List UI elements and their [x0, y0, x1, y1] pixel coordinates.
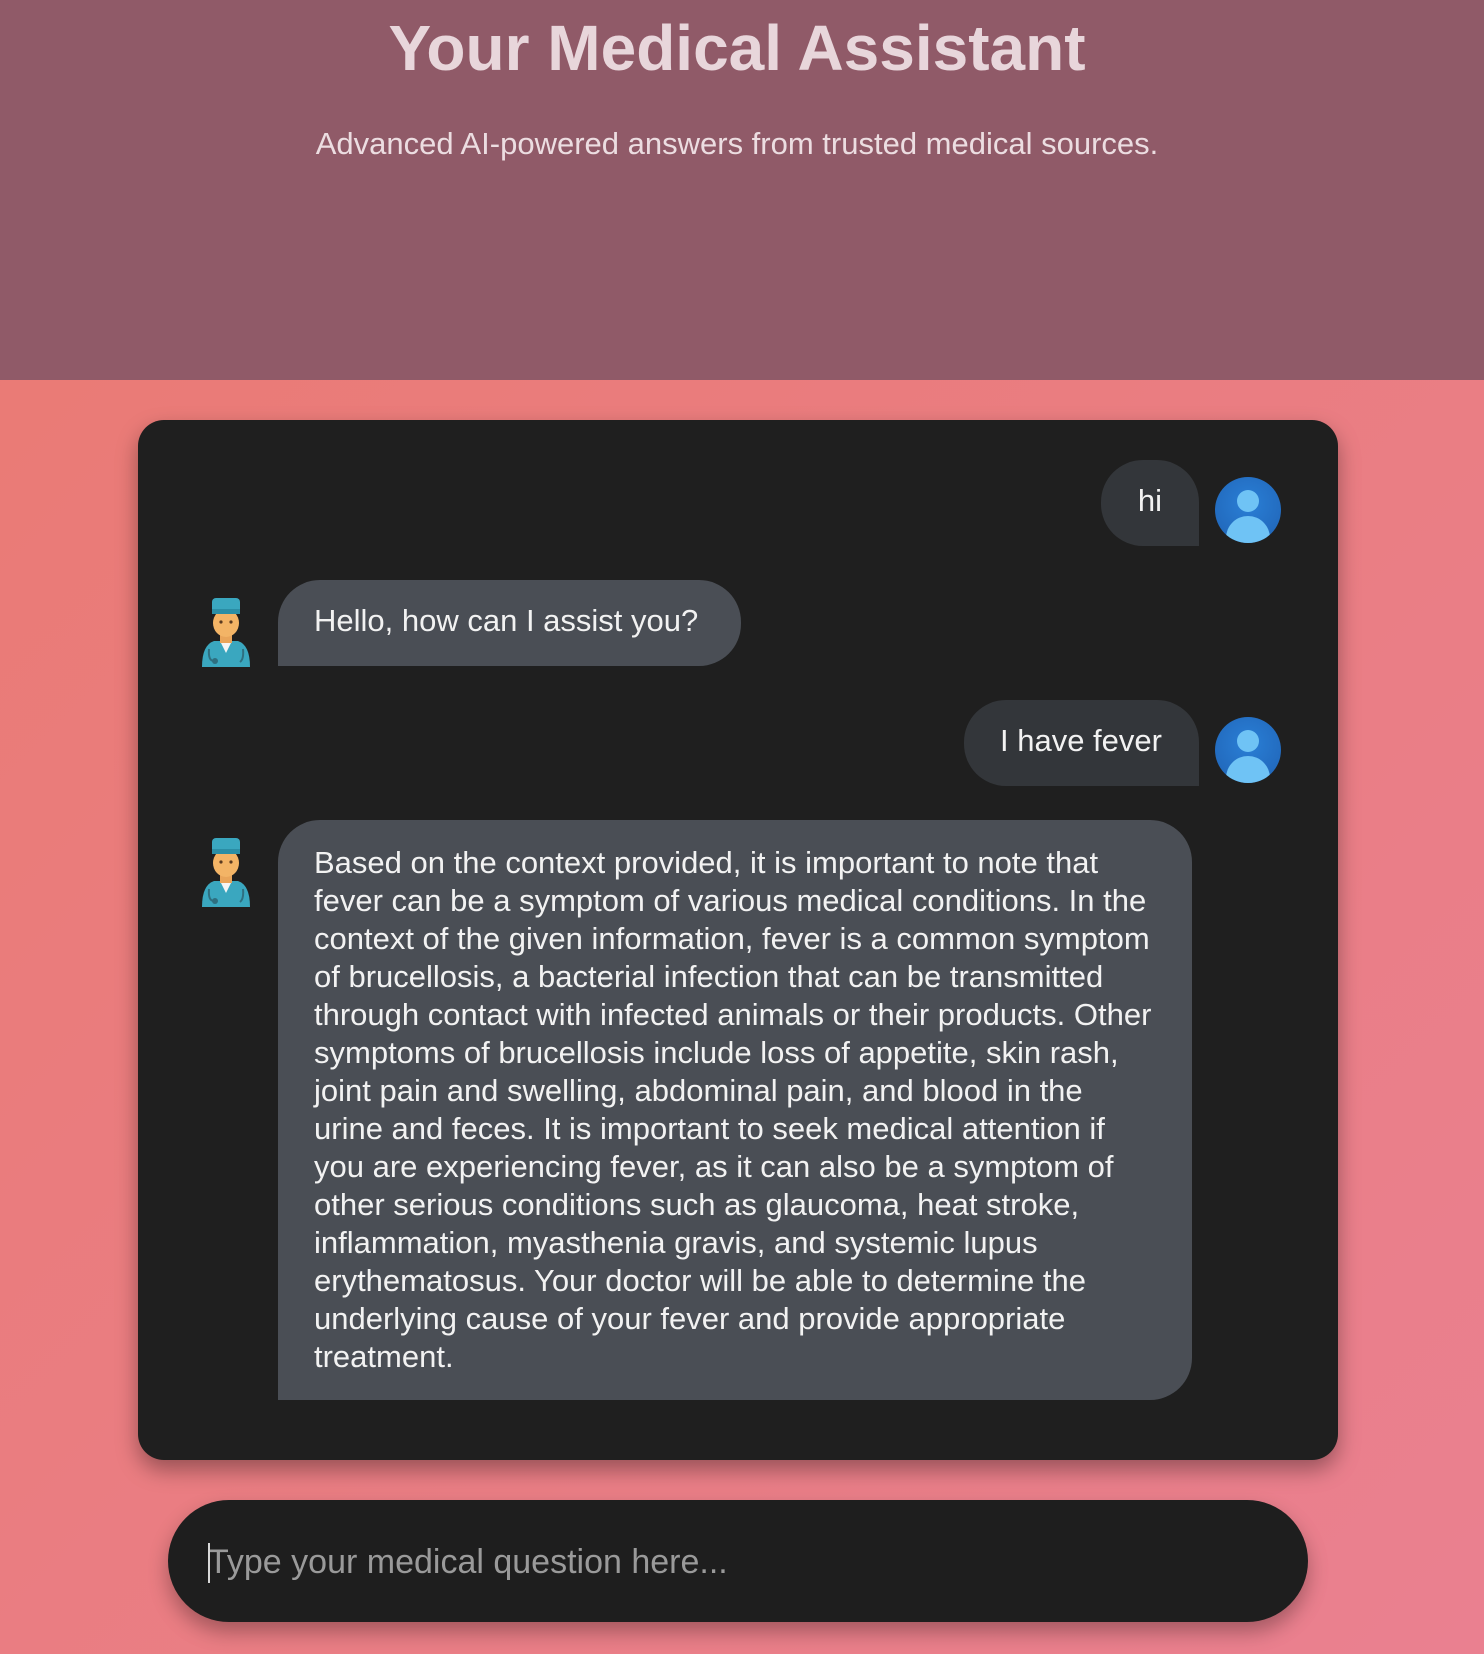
question-input[interactable]	[206, 1500, 1270, 1624]
user-avatar-icon	[1215, 477, 1281, 543]
bot-message: Based on the context provided, it is imp…	[278, 820, 1192, 1400]
doctor-avatar-icon	[202, 838, 250, 907]
doctor-avatar-icon	[202, 598, 250, 667]
page-subtitle: Advanced AI-powered answers from trusted…	[315, 126, 1159, 161]
bot-message: Hello, how can I assist you?	[278, 580, 741, 666]
user-avatar-icon	[1215, 717, 1281, 783]
page-title: Your Medical Assistant	[388, 12, 1086, 84]
text-cursor	[208, 1543, 210, 1583]
user-message: I have fever	[964, 700, 1199, 786]
question-input-bar[interactable]	[168, 1500, 1308, 1624]
user-message: hi	[1101, 460, 1199, 546]
chat-panel[interactable]: hi Hello, how can I assist you? I have f…	[138, 420, 1338, 1460]
page-header: Your Medical Assistant Advanced AI-power…	[0, 0, 1484, 380]
